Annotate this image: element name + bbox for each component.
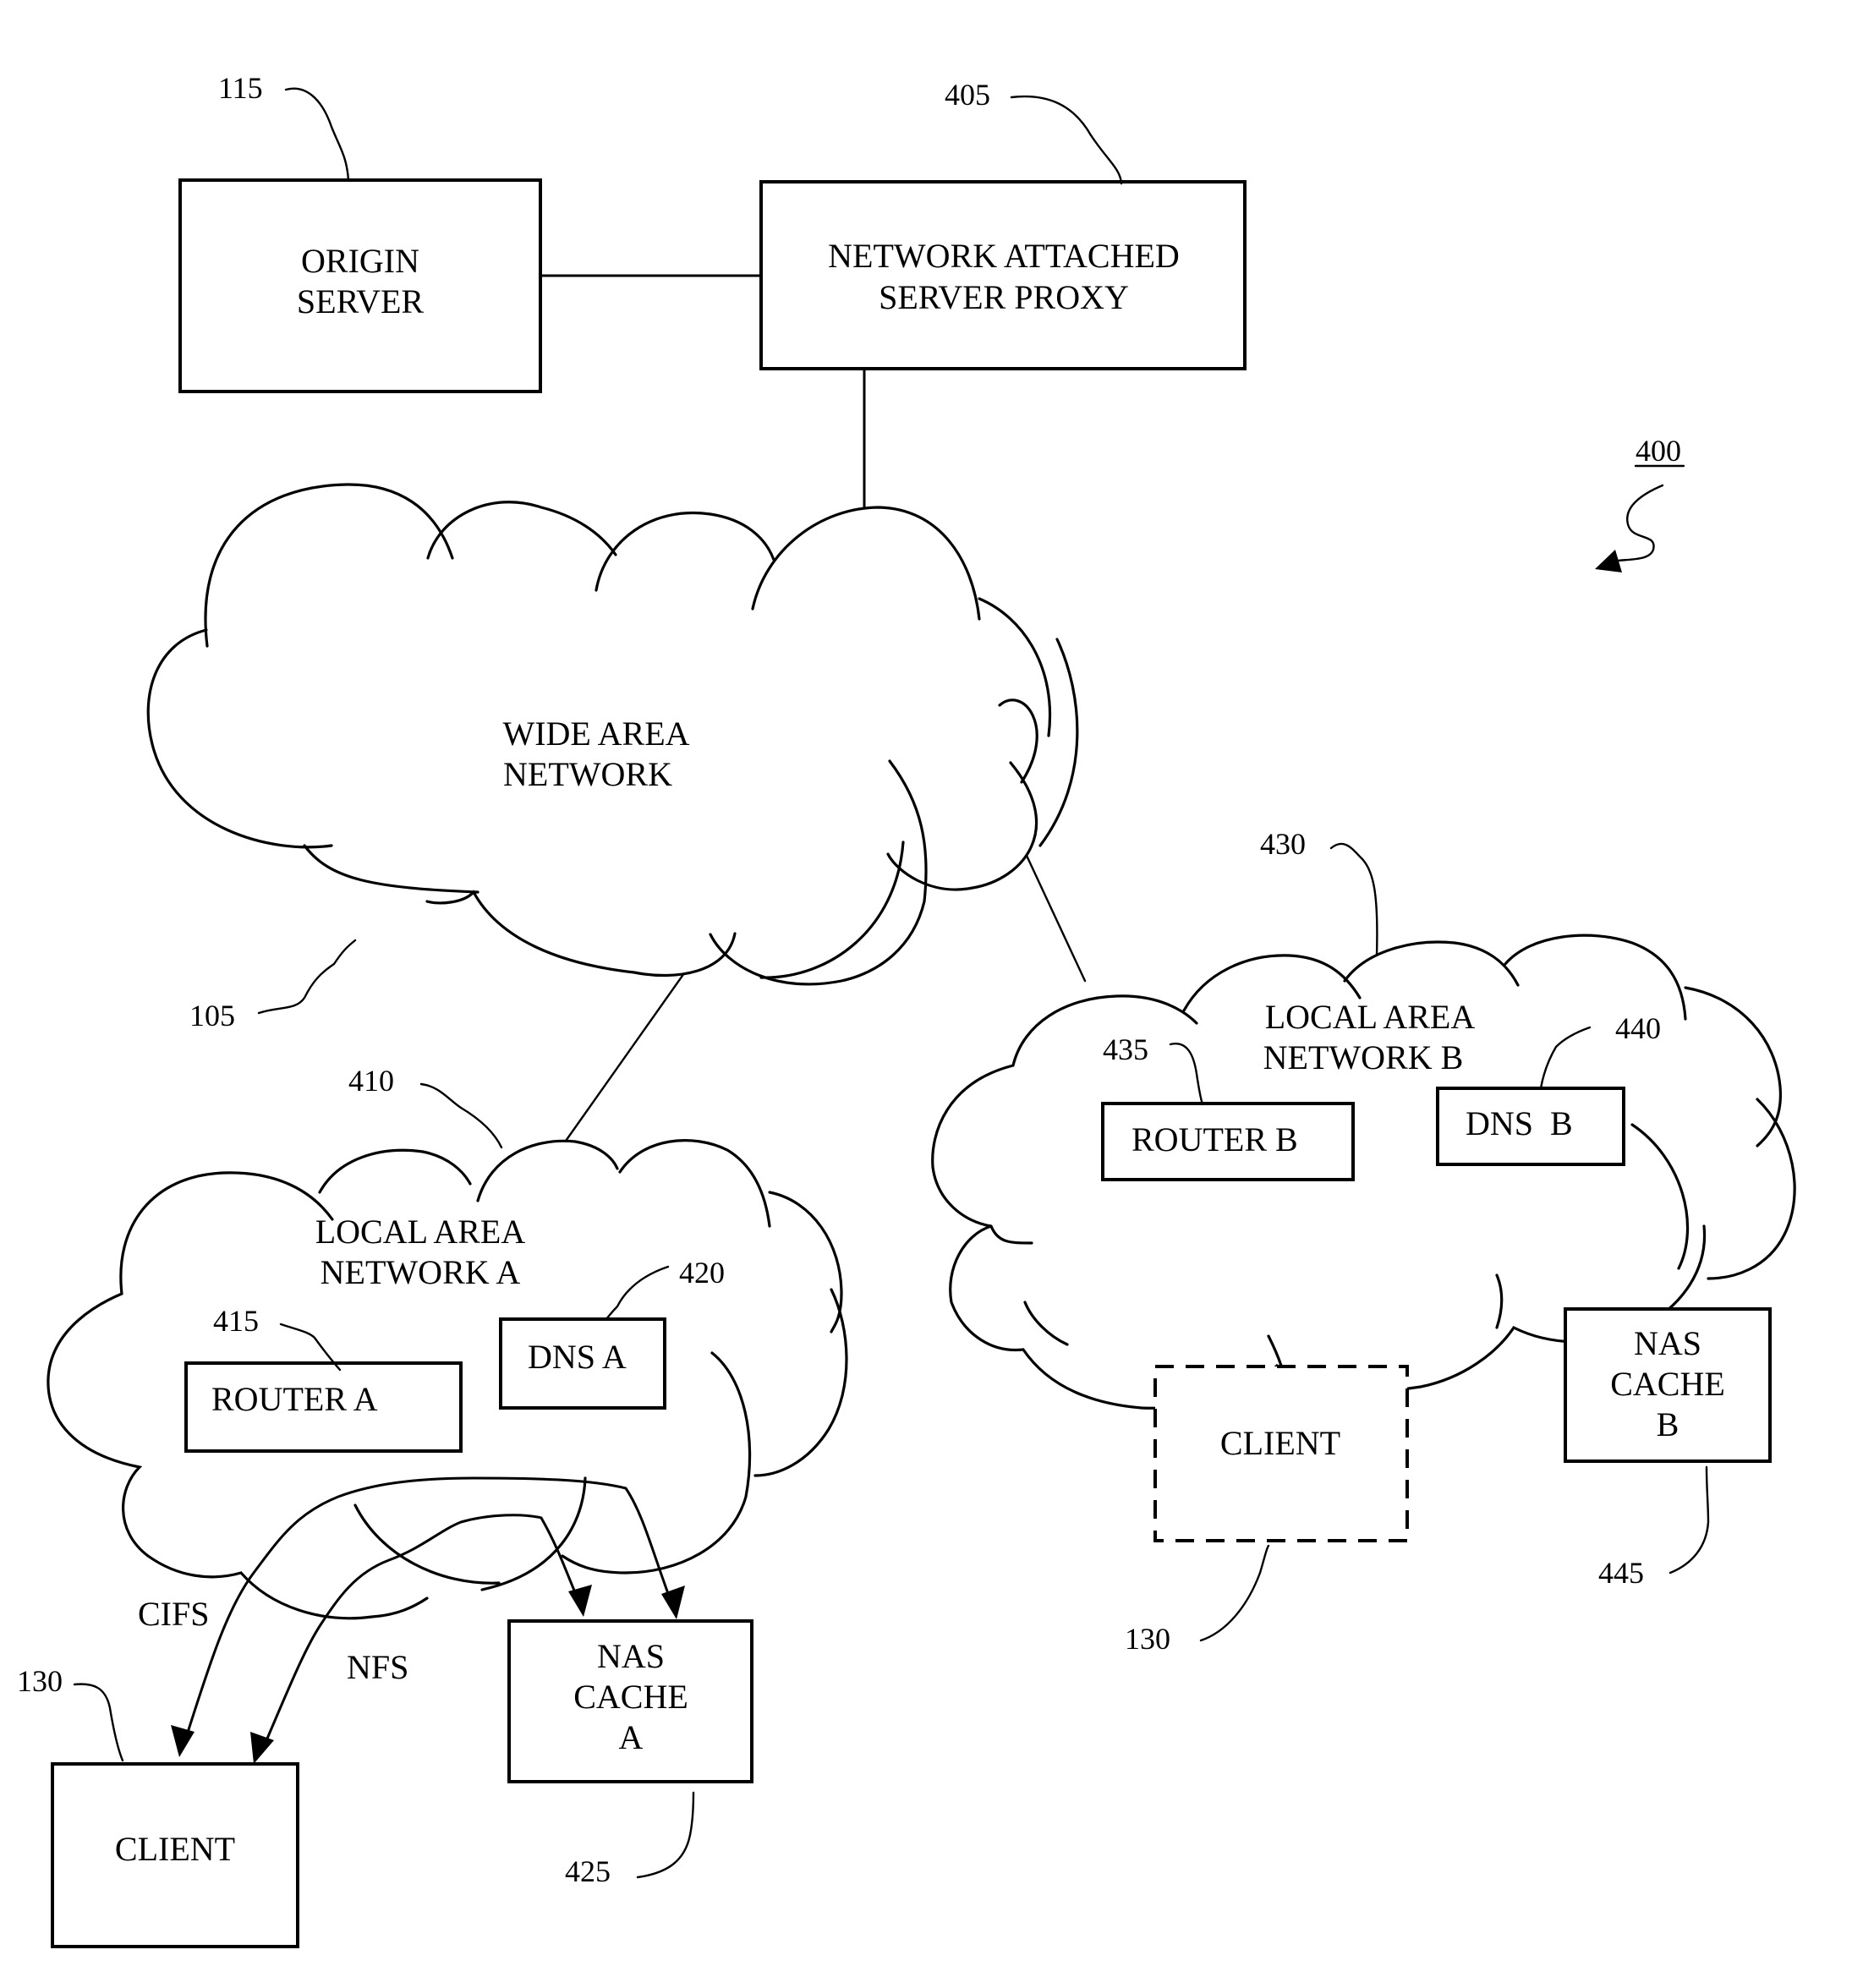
nas-cache-b-node[interactable]: NAS CACHE B	[1564, 1307, 1772, 1463]
nas-cache-b-label-line2: CACHE	[1610, 1365, 1725, 1403]
nas-cache-b-label-line1: NAS	[1634, 1324, 1701, 1362]
arrow-400-icon	[1595, 550, 1622, 572]
ref-415: 415	[213, 1304, 342, 1372]
lan-a-label-line1: LOCAL AREA	[315, 1213, 526, 1251]
svg-text:420: 420	[679, 1256, 725, 1290]
ref-405: 405	[945, 78, 1123, 185]
router-b-label: ROUTER B	[1131, 1120, 1298, 1158]
ref-130-b: 130	[1125, 1544, 1270, 1656]
client-a-node[interactable]: CLIENT	[51, 1762, 299, 1948]
svg-text:400: 400	[1636, 434, 1681, 468]
cifs-label: CIFS	[138, 1595, 210, 1633]
ref-445: 445	[1598, 1465, 1710, 1590]
ref-130-a: 130	[17, 1664, 124, 1762]
origin-server-node[interactable]: ORIGIN SERVER	[178, 178, 542, 393]
svg-text:410: 410	[348, 1064, 394, 1098]
svg-text:445: 445	[1598, 1556, 1644, 1590]
cifs-arrowhead-nas	[661, 1585, 685, 1619]
svg-text:435: 435	[1103, 1032, 1148, 1066]
dns-b-node[interactable]: DNS B	[1436, 1087, 1625, 1166]
ref-420: 420	[604, 1256, 725, 1321]
router-b-node[interactable]: ROUTER B	[1101, 1102, 1355, 1181]
client-a-label: CLIENT	[115, 1830, 235, 1868]
svg-text:430: 430	[1260, 827, 1306, 861]
client-b-node[interactable]: CLIENT	[1153, 1365, 1409, 1542]
svg-text:425: 425	[565, 1854, 611, 1888]
nfs-label: NFS	[347, 1648, 408, 1686]
dns-a-node[interactable]: DNS A	[499, 1317, 666, 1410]
nas-cache-b-label-line3: B	[1657, 1405, 1679, 1443]
nfs-arrowhead-nas	[568, 1585, 592, 1617]
lan-b-label-line1: LOCAL AREA	[1265, 998, 1476, 1036]
nas-proxy-label-line1: NETWORK ATTACHED	[828, 237, 1180, 275]
svg-text:105: 105	[189, 999, 235, 1032]
dns-b-label: DNS B	[1466, 1104, 1573, 1142]
lan-a-label-line2: NETWORK A	[321, 1253, 521, 1291]
ref-430: 430	[1260, 827, 1378, 957]
nas-cache-a-node[interactable]: NAS CACHE A	[507, 1619, 753, 1783]
nas-cache-a-label-line2: CACHE	[573, 1678, 688, 1716]
ref-400: 400	[1595, 434, 1685, 572]
client-b-label: CLIENT	[1220, 1424, 1340, 1462]
wan-label-line2: NETWORK	[503, 755, 672, 793]
nfs-arrowhead-client	[250, 1732, 274, 1764]
wan-label-line1: WIDE AREA	[502, 715, 689, 753]
router-a-label: ROUTER A	[211, 1380, 378, 1418]
ref-115: 115	[218, 71, 350, 182]
nas-cache-a-label-line1: NAS	[597, 1637, 665, 1675]
router-a-node[interactable]: ROUTER A	[184, 1361, 463, 1453]
nas-proxy-label-line2: SERVER PROXY	[879, 278, 1129, 316]
ref-440: 440	[1539, 1011, 1661, 1090]
svg-text:115: 115	[218, 71, 263, 105]
ref-425: 425	[565, 1791, 695, 1888]
ref-105: 105	[189, 939, 357, 1032]
nas-cache-a-label-line3: A	[619, 1718, 644, 1756]
lan-b-label-line2: NETWORK B	[1263, 1038, 1464, 1076]
ref-410: 410	[348, 1064, 503, 1149]
origin-server-label-line1: ORIGIN	[301, 242, 419, 280]
origin-server-label-line2: SERVER	[297, 282, 424, 320]
svg-text:440: 440	[1615, 1011, 1661, 1045]
network-diagram: ORIGIN SERVER NETWORK ATTACHED SERVER PR…	[17, 71, 1796, 1948]
cifs-arrowhead-client	[171, 1725, 195, 1757]
svg-text:130: 130	[1125, 1622, 1170, 1656]
svg-text:130: 130	[17, 1664, 63, 1698]
svg-text:405: 405	[945, 78, 990, 112]
svg-text:415: 415	[213, 1304, 259, 1338]
nas-proxy-node[interactable]: NETWORK ATTACHED SERVER PROXY	[759, 180, 1247, 370]
dns-a-label: DNS A	[528, 1338, 627, 1376]
